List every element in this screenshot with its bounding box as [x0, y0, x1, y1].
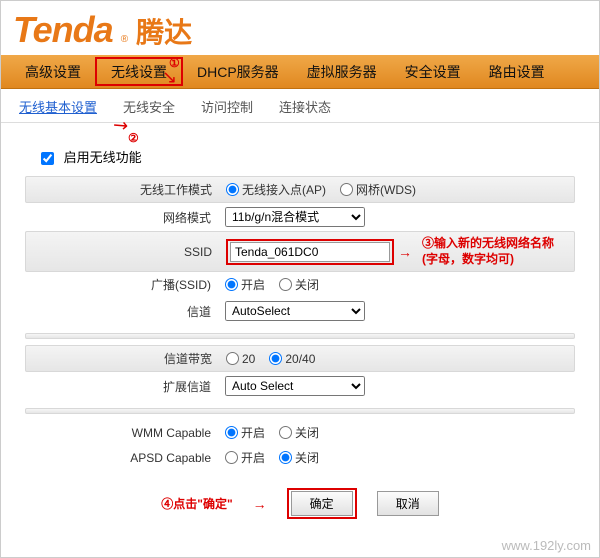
nav-security[interactable]: 安全设置 — [391, 55, 475, 88]
main-nav: 高级设置 无线设置 DHCP服务器 虚拟服务器 安全设置 路由设置 — [1, 55, 599, 89]
radio-apsd-on[interactable]: 开启 — [225, 449, 265, 466]
content-area: 启用无线功能 无线工作模式 无线接入点(AP) 网桥(WDS) 网络模式 11b… — [1, 123, 599, 539]
watermark: www.192ly.com — [502, 538, 591, 553]
row-bandwidth: 信道带宽 20 20/40 — [25, 345, 575, 372]
subnav-access[interactable]: 访问控制 — [201, 97, 253, 116]
row-channel: 信道 AutoSelect — [25, 297, 575, 325]
row-wmm: WMM Capable 开启 关闭 — [25, 420, 575, 445]
select-ext-channel[interactable]: Auto Select — [225, 376, 365, 396]
row-work-mode: 无线工作模式 无线接入点(AP) 网桥(WDS) — [25, 176, 575, 203]
enable-wireless-row: 启用无线功能 — [25, 133, 575, 176]
annotation-1-arrow: ↘ — [162, 67, 177, 88]
select-channel[interactable]: AutoSelect — [225, 301, 365, 321]
annotation-3: ③输入新的无线网络名称 (字母，数字均可) — [422, 236, 554, 267]
brand-cn: 腾达 — [136, 11, 192, 51]
radio-broadcast-on[interactable]: 开启 — [225, 276, 265, 293]
row-net-mode: 网络模式 11b/g/n混合模式 — [25, 203, 575, 231]
annotation-3-arrow: → — [398, 244, 412, 260]
logo-area: Tenda ® 腾达 — [1, 1, 599, 55]
label-wmm: WMM Capable — [25, 426, 225, 440]
ok-button[interactable]: 确定 — [291, 491, 353, 516]
enable-wireless-checkbox[interactable] — [41, 152, 54, 165]
brand-reg: ® — [121, 34, 128, 45]
select-net-mode[interactable]: 11b/g/n混合模式 — [225, 207, 365, 227]
ssid-highlight — [226, 239, 394, 265]
label-work-mode: 无线工作模式 — [26, 181, 226, 198]
cancel-button[interactable]: 取消 — [377, 491, 439, 516]
radio-bw-20[interactable]: 20 — [226, 352, 255, 366]
annotation-2: ② — [128, 131, 139, 145]
row-apsd: APSD Capable 开启 关闭 — [25, 445, 575, 470]
ok-highlight: 确定 — [287, 488, 357, 519]
radio-apsd-off[interactable]: 关闭 — [279, 449, 319, 466]
annotation-4-arrow: → — [253, 496, 267, 512]
annotation-4: ④点击"确定" — [161, 495, 232, 512]
nav-advanced[interactable]: 高级设置 — [11, 55, 95, 88]
label-bandwidth: 信道带宽 — [26, 350, 226, 367]
row-broadcast: 广播(SSID) 开启 关闭 — [25, 272, 575, 297]
label-broadcast: 广播(SSID) — [25, 276, 225, 293]
radio-wmm-off[interactable]: 关闭 — [279, 424, 319, 441]
label-ext-channel: 扩展信道 — [25, 378, 225, 395]
subnav-security[interactable]: 无线安全 — [123, 97, 175, 116]
divider-1 — [25, 333, 575, 339]
radio-wmm-on[interactable]: 开启 — [225, 424, 265, 441]
label-channel: 信道 — [25, 303, 225, 320]
subnav-basic[interactable]: 无线基本设置 — [19, 97, 97, 116]
radio-bw-2040[interactable]: 20/40 — [269, 352, 315, 366]
nav-routing[interactable]: 路由设置 — [475, 55, 559, 88]
row-ssid: SSID → ③输入新的无线网络名称 (字母，数字均可) — [25, 231, 575, 272]
label-apsd: APSD Capable — [25, 451, 225, 465]
nav-dhcp[interactable]: DHCP服务器 — [183, 55, 293, 88]
row-ext-channel: 扩展信道 Auto Select — [25, 372, 575, 400]
label-ssid: SSID — [26, 245, 226, 259]
radio-ap[interactable]: 无线接入点(AP) — [226, 181, 326, 198]
nav-virtual-server[interactable]: 虚拟服务器 — [293, 55, 391, 88]
radio-wds[interactable]: 网桥(WDS) — [340, 181, 416, 198]
enable-wireless-label[interactable]: 启用无线功能 — [41, 150, 142, 165]
sub-nav: 无线基本设置 无线安全 访问控制 连接状态 — [1, 89, 599, 123]
brand-logo: Tenda — [13, 9, 113, 51]
button-row: ④点击"确定" → 确定 取消 — [25, 470, 575, 529]
label-net-mode: 网络模式 — [25, 209, 225, 226]
divider-2 — [25, 408, 575, 414]
input-ssid[interactable] — [230, 242, 390, 262]
subnav-status[interactable]: 连接状态 — [279, 97, 331, 116]
radio-broadcast-off[interactable]: 关闭 — [279, 276, 319, 293]
